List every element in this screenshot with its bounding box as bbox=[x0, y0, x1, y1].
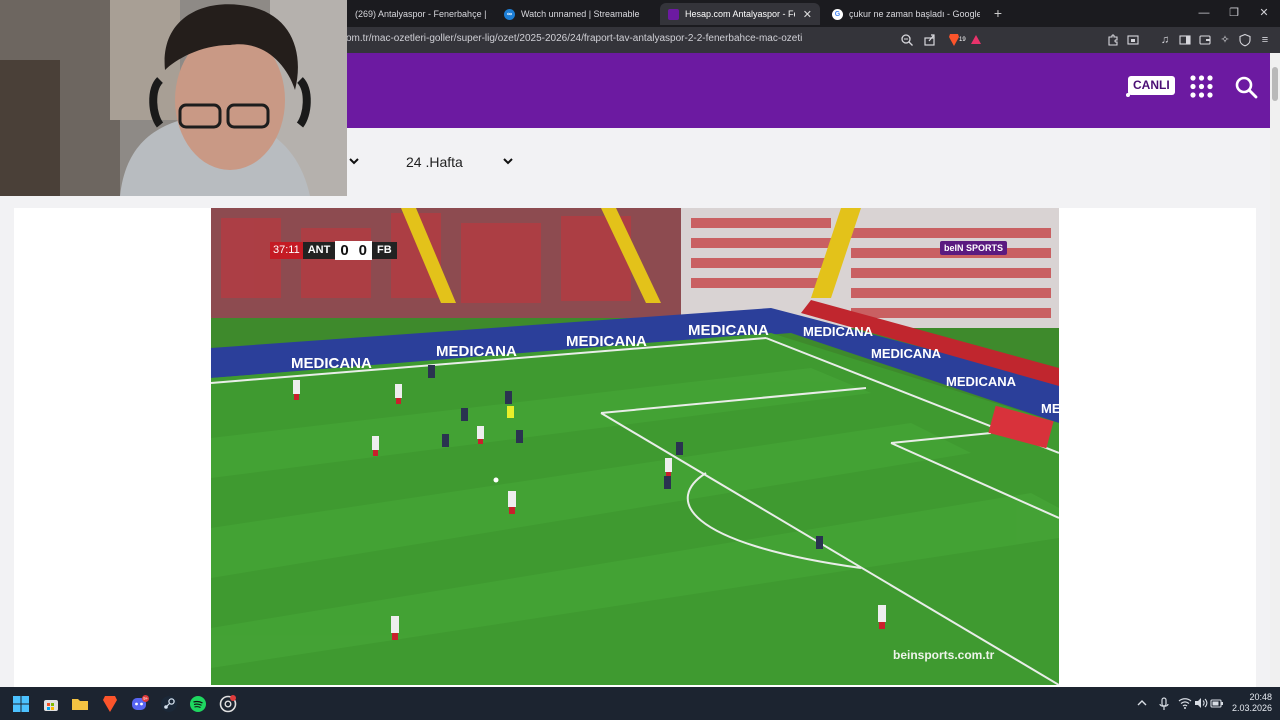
ad-board: MEDICANA bbox=[688, 322, 769, 339]
chevron-down-icon[interactable] bbox=[349, 156, 359, 166]
restore-button[interactable]: ❐ bbox=[1218, 0, 1250, 27]
windows-taskbar: 9+ 20:48 2.03.2026 bbox=[0, 687, 1280, 720]
new-tab-button[interactable]: + bbox=[991, 4, 1005, 22]
tab-title: çukur ne zaman başladı - Google'da bbox=[849, 9, 980, 19]
close-window-button[interactable]: ✕ bbox=[1248, 0, 1280, 27]
wifi-icon[interactable] bbox=[1178, 697, 1192, 713]
tab-hesap[interactable]: Hesap.com Antalyaspor - Fen ✕ bbox=[660, 3, 820, 25]
store-icon[interactable] bbox=[42, 695, 60, 713]
zoom-icon[interactable] bbox=[900, 33, 914, 47]
channel-logo: beIN SPORTS bbox=[940, 241, 1008, 255]
ad-board: MEDICANA bbox=[291, 355, 372, 372]
brave-shields-icon[interactable]: 19 bbox=[947, 33, 967, 47]
windows-start-icon[interactable] bbox=[12, 695, 30, 713]
extensions-icon[interactable] bbox=[1106, 33, 1120, 47]
taskbar-clock[interactable]: 20:48 2.03.2026 bbox=[1232, 692, 1272, 714]
ad-board: MEDICANA bbox=[1041, 401, 1059, 416]
volume-icon[interactable] bbox=[1194, 697, 1208, 713]
ad-board: MEDICANA bbox=[566, 333, 647, 350]
google-icon: G bbox=[832, 8, 843, 20]
tab-title: Hesap.com Antalyaspor - Fen bbox=[685, 9, 795, 19]
media-icon[interactable]: ♫ bbox=[1158, 33, 1172, 47]
leo-ai-icon[interactable]: ✧ bbox=[1218, 33, 1232, 47]
away-team: FB bbox=[372, 242, 397, 259]
wallet-icon[interactable] bbox=[1198, 33, 1212, 47]
apps-grid-icon[interactable] bbox=[1190, 75, 1213, 98]
scrollbar-thumb[interactable] bbox=[1272, 67, 1278, 101]
clock-date: 2.03.2026 bbox=[1232, 703, 1273, 713]
tab-youtube[interactable]: (269) Antalyaspor - Fenerbahçe | 2-2 bbox=[347, 3, 489, 25]
video-watermark: beinsports.com.tr bbox=[893, 648, 995, 662]
away-score: 0 bbox=[353, 241, 373, 260]
sidebar-icon[interactable] bbox=[1178, 33, 1192, 47]
tab-title: Watch unnamed | Streamable bbox=[521, 9, 640, 19]
ad-board: MEDICANA bbox=[803, 324, 874, 339]
discord-icon[interactable]: 9+ bbox=[131, 695, 149, 713]
webcam-overlay bbox=[0, 0, 347, 196]
clock-time: 20:48 bbox=[1249, 692, 1272, 702]
live-button[interactable]: CANLI bbox=[1126, 76, 1175, 97]
address-bar-url[interactable]: om.tr/mac-ozetleri-goller/super-lig/ozet… bbox=[346, 33, 802, 44]
chevron-down-icon[interactable] bbox=[503, 156, 513, 166]
week-select[interactable]: 24 .Hafta bbox=[406, 154, 463, 170]
spotify-icon[interactable] bbox=[189, 695, 207, 713]
hesap-icon bbox=[668, 8, 679, 20]
page-scrollbar[interactable] bbox=[1270, 53, 1280, 687]
search-icon[interactable] bbox=[1234, 75, 1258, 99]
ad-board: MEDICANA bbox=[436, 343, 517, 360]
tab-streamable[interactable]: ∞ Watch unnamed | Streamable bbox=[496, 3, 652, 25]
menu-icon[interactable]: ≡ bbox=[1258, 33, 1272, 47]
vpn-shield-icon[interactable] bbox=[1238, 33, 1252, 47]
home-team: ANT bbox=[302, 242, 336, 259]
home-score: 0 bbox=[335, 241, 354, 260]
tab-title: (269) Antalyaspor - Fenerbahçe | 2-2 bbox=[355, 9, 489, 19]
tab-close-icon[interactable]: ✕ bbox=[803, 8, 812, 21]
minimize-button[interactable]: — bbox=[1188, 0, 1220, 27]
tray-chevron-up-icon[interactable] bbox=[1136, 697, 1148, 713]
file-explorer-icon[interactable] bbox=[71, 695, 89, 713]
shield-badge: 19 bbox=[959, 37, 966, 43]
video-player[interactable]: MEDICANA MEDICANA MEDICANA MEDICANA MEDI… bbox=[211, 208, 1059, 685]
discord-badge: 9+ bbox=[143, 696, 148, 701]
match-footage: MEDICANA MEDICANA MEDICANA MEDICANA MEDI… bbox=[211, 208, 1059, 685]
steam-icon[interactable] bbox=[160, 695, 178, 713]
streamable-icon: ∞ bbox=[504, 8, 515, 20]
tab-google[interactable]: G çukur ne zaman başladı - Google'da bbox=[824, 3, 980, 25]
screenshot-icon[interactable] bbox=[1126, 33, 1140, 47]
ad-board: MEDICANA bbox=[871, 346, 942, 361]
share-icon[interactable] bbox=[923, 33, 937, 47]
brave-icon[interactable] bbox=[101, 695, 119, 713]
battery-icon[interactable] bbox=[1210, 697, 1224, 713]
scorebug: 37:11 ANT 0 0 FB bbox=[270, 241, 397, 260]
brave-rewards-icon[interactable] bbox=[969, 33, 983, 47]
chrome-icon[interactable] bbox=[219, 695, 237, 713]
ad-board: MEDICANA bbox=[946, 374, 1017, 389]
webcam-feed bbox=[0, 0, 347, 196]
match-clock: 37:11 bbox=[270, 242, 303, 259]
microphone-icon[interactable] bbox=[1158, 697, 1170, 715]
